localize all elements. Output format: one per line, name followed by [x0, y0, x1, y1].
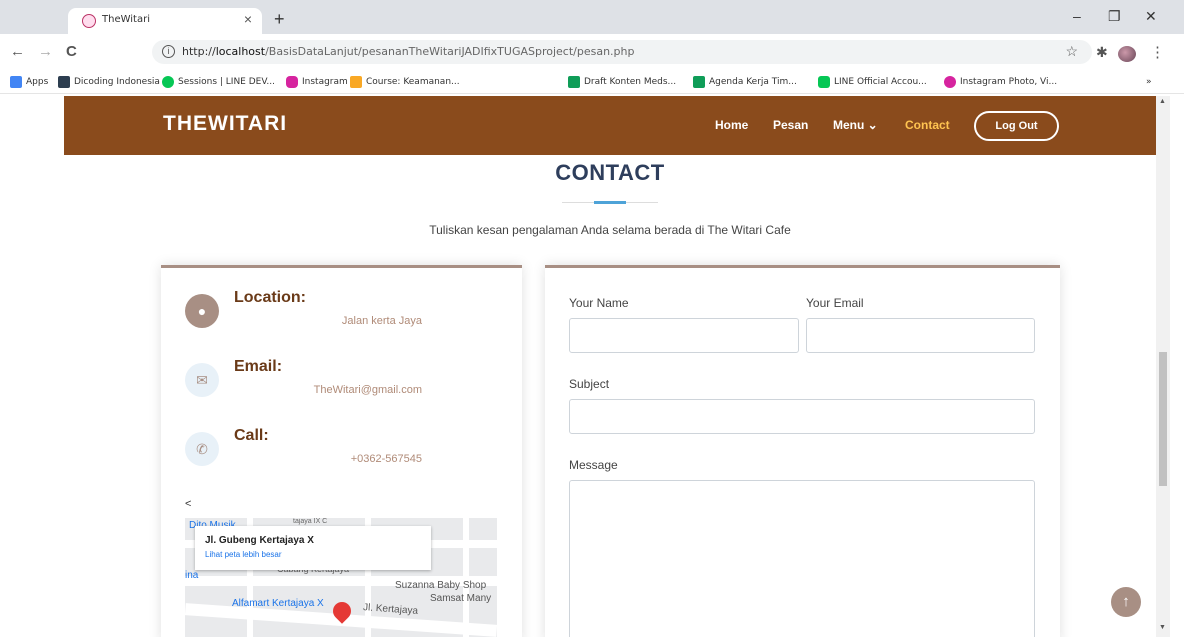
- new-tab-button[interactable]: +: [274, 9, 285, 30]
- map-label: Jl. Kertajaya: [362, 602, 419, 617]
- site-header: THEWITARI Home Pesan Menu ⌄ Contact Log …: [64, 96, 1156, 155]
- title-accent-line: [594, 201, 626, 204]
- url-input[interactable]: i http://localhost/BasisDataLanjut/pesan…: [152, 40, 1092, 64]
- more-bookmarks-button[interactable]: »: [1146, 74, 1152, 90]
- restore-button[interactable]: ❐: [1108, 8, 1121, 25]
- profile-avatar[interactable]: [1118, 46, 1136, 62]
- embedded-map[interactable]: Dito Musik tajaya IX C ina Cabang Kertaj…: [185, 518, 497, 637]
- map-label: tajaya IX C: [293, 518, 328, 525]
- apps-grid-icon: [10, 76, 22, 88]
- bookmark-item[interactable]: Draft Konten Meds...: [568, 74, 676, 90]
- bookmark-item[interactable]: Course: Keamanan...: [350, 74, 460, 90]
- address-bar-row: ← → C i http://localhost/BasisDataLanjut…: [0, 34, 1184, 70]
- instagram-icon: [286, 76, 298, 88]
- nav-menu-dropdown[interactable]: Menu ⌄: [833, 118, 878, 132]
- nav-pesan[interactable]: Pesan: [773, 118, 808, 132]
- nav-contact[interactable]: Contact: [905, 118, 950, 132]
- bookmark-label: Dicoding Indonesia: [74, 77, 160, 87]
- section-title: CONTACT: [555, 160, 665, 185]
- scrollbar-thumb[interactable]: [1159, 352, 1167, 486]
- map-road: [463, 518, 469, 637]
- view-larger-map-link[interactable]: Lihat peta lebih besar: [205, 550, 282, 559]
- tab-close-icon[interactable]: ×: [244, 11, 252, 27]
- bookmark-item[interactable]: Sessions | LINE DEV...: [162, 74, 275, 90]
- dicoding-icon: [58, 76, 70, 88]
- url-path: /BasisDataLanjut/pesananTheWitariJADIfix…: [265, 45, 635, 58]
- map-place-title: Jl. Gubeng Kertajaya X: [205, 535, 314, 546]
- url-text: http://localhost/BasisDataLanjut/pesanan…: [182, 45, 635, 58]
- stray-text: <: [185, 498, 192, 510]
- bookmark-item[interactable]: Instagram Photo, Vi...: [944, 74, 1057, 90]
- bookmarks-bar: Apps Dicoding Indonesia Sessions | LINE …: [0, 70, 1184, 94]
- minimize-button[interactable]: –: [1073, 8, 1081, 24]
- back-icon[interactable]: ←: [10, 43, 25, 60]
- map-label: Alfamart Kertajaya X: [232, 598, 324, 609]
- call-value[interactable]: +0362-567545: [185, 453, 422, 465]
- message-textarea[interactable]: [569, 480, 1035, 637]
- name-input[interactable]: [569, 318, 799, 353]
- bookmark-label: Instagram Photo, Vi...: [960, 77, 1058, 87]
- line-dev-icon: [162, 76, 174, 88]
- bookmark-label: Apps: [26, 77, 49, 87]
- line-official-icon: [818, 76, 830, 88]
- bookmark-item[interactable]: Apps: [10, 74, 48, 90]
- bookmark-item[interactable]: Dicoding Indonesia: [58, 74, 160, 90]
- email-label: Email:: [234, 358, 283, 375]
- reload-icon[interactable]: C: [66, 43, 77, 60]
- call-info: ✆ Call: +0362-567545: [185, 427, 505, 492]
- call-label: Call:: [234, 427, 269, 444]
- scroll-down-icon[interactable]: ▼: [1159, 624, 1166, 631]
- extensions-icon[interactable]: ✱: [1096, 44, 1108, 61]
- browser-tab-bar: TheWitari × + – ❐ ✕: [0, 0, 1184, 34]
- nav-home[interactable]: Home: [715, 118, 748, 132]
- section-subtitle: Tuliskan kesan pengalaman Anda selama be…: [429, 223, 791, 237]
- name-label: Your Name: [569, 296, 629, 310]
- bookmark-star-icon[interactable]: ☆: [1065, 43, 1078, 60]
- moodle-icon: [350, 76, 362, 88]
- forward-icon[interactable]: →: [38, 43, 53, 60]
- contact-form: Your Name Your Email Subject Message: [545, 265, 1060, 637]
- url-host: localhost: [215, 45, 266, 58]
- sheets-icon: [568, 76, 580, 88]
- location-info: ● Location: Jalan kerta Jaya: [185, 289, 505, 354]
- bookmark-item[interactable]: LINE Official Accou...: [818, 74, 927, 90]
- subject-input[interactable]: [569, 399, 1035, 434]
- email-label: Your Email: [806, 296, 864, 310]
- map-label: Samsat Many: [430, 593, 492, 604]
- menu-kebab-icon[interactable]: ⋮: [1150, 43, 1165, 61]
- map-label: Suzanna Baby Shop: [395, 580, 487, 591]
- email-value[interactable]: TheWitari@gmail.com: [185, 384, 422, 396]
- instagram-icon: [944, 76, 956, 88]
- bookmark-label: LINE Official Accou...: [834, 77, 927, 87]
- tab-title: TheWitari: [102, 14, 150, 25]
- scroll-up-icon[interactable]: ▲: [1159, 98, 1166, 105]
- back-to-top-button[interactable]: ↑: [1111, 587, 1141, 617]
- bookmark-label: Agenda Kerja Tim...: [709, 77, 797, 87]
- message-label: Message: [569, 458, 618, 472]
- site-logo[interactable]: THEWITARI: [163, 112, 287, 136]
- bookmark-label: Course: Keamanan...: [366, 77, 460, 87]
- web-page: THEWITARI Home Pesan Menu ⌄ Contact Log …: [64, 96, 1156, 637]
- bookmark-item[interactable]: Agenda Kerja Tim...: [693, 74, 797, 90]
- info-icon[interactable]: i: [162, 45, 175, 58]
- logout-button[interactable]: Log Out: [974, 111, 1059, 141]
- bookmark-item[interactable]: Instagram: [286, 74, 348, 90]
- site-favicon-icon: [82, 14, 96, 28]
- window-close-button[interactable]: ✕: [1145, 8, 1157, 25]
- bookmark-label: Sessions | LINE DEV...: [178, 77, 275, 87]
- email-input[interactable]: [806, 318, 1035, 353]
- contact-info-card: ● Location: Jalan kerta Jaya ✉ Email: Th…: [161, 265, 522, 637]
- bookmark-label: Draft Konten Meds...: [584, 77, 677, 87]
- subject-label: Subject: [569, 377, 610, 391]
- location-label: Location:: [234, 289, 306, 306]
- page-scrollbar[interactable]: ▲ ▼: [1156, 96, 1170, 637]
- map-place-card: Jl. Gubeng Kertajaya X Lihat peta lebih …: [195, 526, 431, 570]
- browser-tab[interactable]: TheWitari ×: [68, 8, 262, 34]
- sheets-icon: [693, 76, 705, 88]
- location-value: Jalan kerta Jaya: [341, 315, 422, 327]
- map-label: ina: [185, 570, 199, 581]
- email-info: ✉ Email: TheWitari@gmail.com: [185, 358, 505, 423]
- url-prefix: http://: [182, 45, 216, 58]
- bookmark-label: Instagram: [302, 77, 348, 87]
